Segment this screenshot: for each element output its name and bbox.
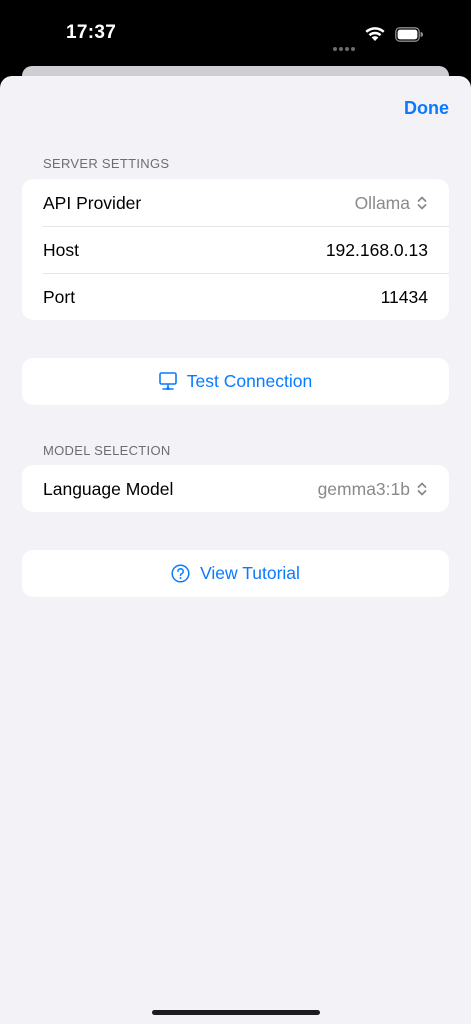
desktop-computer-icon bbox=[158, 372, 177, 391]
host-field[interactable]: 192.168.0.13 bbox=[326, 240, 428, 261]
model-selection-header: MODEL SELECTION bbox=[43, 443, 171, 458]
view-tutorial-button[interactable]: View Tutorial bbox=[22, 550, 449, 597]
host-row: Host 192.168.0.13 bbox=[22, 226, 449, 273]
language-model-row[interactable]: Language Model gemma3:1b bbox=[22, 465, 449, 512]
language-model-picker[interactable]: gemma3:1b bbox=[318, 479, 428, 500]
language-model-value: gemma3:1b bbox=[317, 479, 410, 499]
server-settings-header: SERVER SETTINGS bbox=[43, 156, 170, 171]
settings-sheet: Done SERVER SETTINGS API Provider Ollama… bbox=[0, 76, 471, 1024]
question-circle-icon bbox=[171, 564, 190, 583]
test-connection-label: Test Connection bbox=[186, 371, 313, 391]
done-button[interactable]: Done bbox=[404, 98, 449, 119]
api-provider-value: Ollama bbox=[354, 193, 410, 213]
status-bar: 17:37 bbox=[0, 0, 471, 70]
api-provider-picker[interactable]: Ollama bbox=[355, 193, 428, 214]
view-tutorial-label: View Tutorial bbox=[200, 563, 300, 583]
cellular-signal-icon bbox=[333, 38, 357, 51]
server-settings-card: API Provider Ollama Host 192.168.0.13 Po… bbox=[22, 179, 449, 320]
api-provider-row[interactable]: API Provider Ollama bbox=[22, 179, 449, 226]
port-row: Port 11434 bbox=[22, 273, 449, 320]
chevron-up-down-icon bbox=[417, 196, 427, 210]
api-provider-label: API Provider bbox=[43, 193, 142, 213]
language-model-label: Language Model bbox=[43, 479, 174, 499]
model-selection-card: Language Model gemma3:1b bbox=[22, 465, 449, 512]
host-label: Host bbox=[43, 240, 79, 260]
battery-icon bbox=[395, 27, 423, 42]
home-indicator[interactable] bbox=[152, 1010, 320, 1015]
chevron-up-down-icon bbox=[417, 482, 427, 496]
port-label: Port bbox=[43, 287, 76, 307]
test-connection-button[interactable]: Test Connection bbox=[22, 358, 449, 405]
port-field[interactable]: 11434 bbox=[381, 287, 428, 308]
wifi-icon bbox=[365, 27, 385, 41]
status-time: 17:37 bbox=[66, 22, 117, 43]
